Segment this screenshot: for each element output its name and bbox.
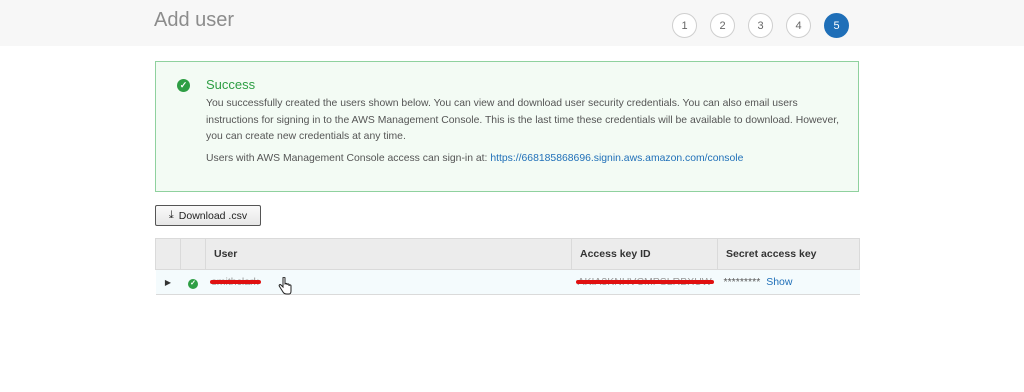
expand-column-header	[155, 238, 181, 270]
download-csv-label: Download .csv	[178, 209, 248, 222]
success-alert: ✓ Success You successfully created the u…	[155, 61, 859, 192]
step-4[interactable]: 4	[786, 13, 811, 38]
step-3[interactable]: 3	[748, 13, 773, 38]
console-signin-link[interactable]: https://668185868696.signin.aws.amazon.c…	[490, 153, 743, 164]
download-csv-button[interactable]: ⤓ Download .csv	[155, 205, 261, 226]
secret-key-masked: *********	[723, 276, 761, 288]
show-secret-link[interactable]: Show	[766, 276, 792, 288]
signin-prefix: Users with AWS Management Console access…	[206, 153, 488, 164]
user-name-redacted[interactable]: smithclark	[209, 276, 262, 288]
table-row: ▶ ✓ smithclark AKIA3KNHVCMPSLRBXUW *****…	[155, 269, 860, 295]
table-header-row: User Access key ID Secret access key	[155, 238, 860, 270]
secret-key-column-header[interactable]: Secret access key	[717, 238, 860, 270]
step-2[interactable]: 2	[710, 13, 735, 38]
download-icon: ⤓	[168, 209, 174, 221]
status-column-header	[180, 238, 206, 270]
user-column-header[interactable]: User	[205, 238, 572, 270]
signin-line: Users with AWS Management Console access…	[206, 153, 743, 164]
step-5-current[interactable]: 5	[824, 13, 849, 38]
step-1[interactable]: 1	[672, 13, 697, 38]
access-key-column-header[interactable]: Access key ID	[571, 238, 718, 270]
success-message: You successfully created the users shown…	[206, 98, 840, 142]
wizard-steps: 1 2 3 4 5	[672, 13, 849, 38]
access-key-id-redacted: AKIA3KNHVCMPSLRBXUW	[575, 276, 714, 288]
check-circle-icon: ✓	[177, 79, 190, 92]
page-title: Add user	[154, 9, 235, 31]
expand-caret-icon[interactable]: ▶	[165, 278, 171, 287]
users-table: User Access key ID Secret access key ▶ ✓…	[155, 238, 860, 295]
hand-pointer-cursor-icon	[278, 277, 292, 295]
success-title: Success	[206, 77, 256, 92]
row-success-icon: ✓	[188, 278, 198, 289]
